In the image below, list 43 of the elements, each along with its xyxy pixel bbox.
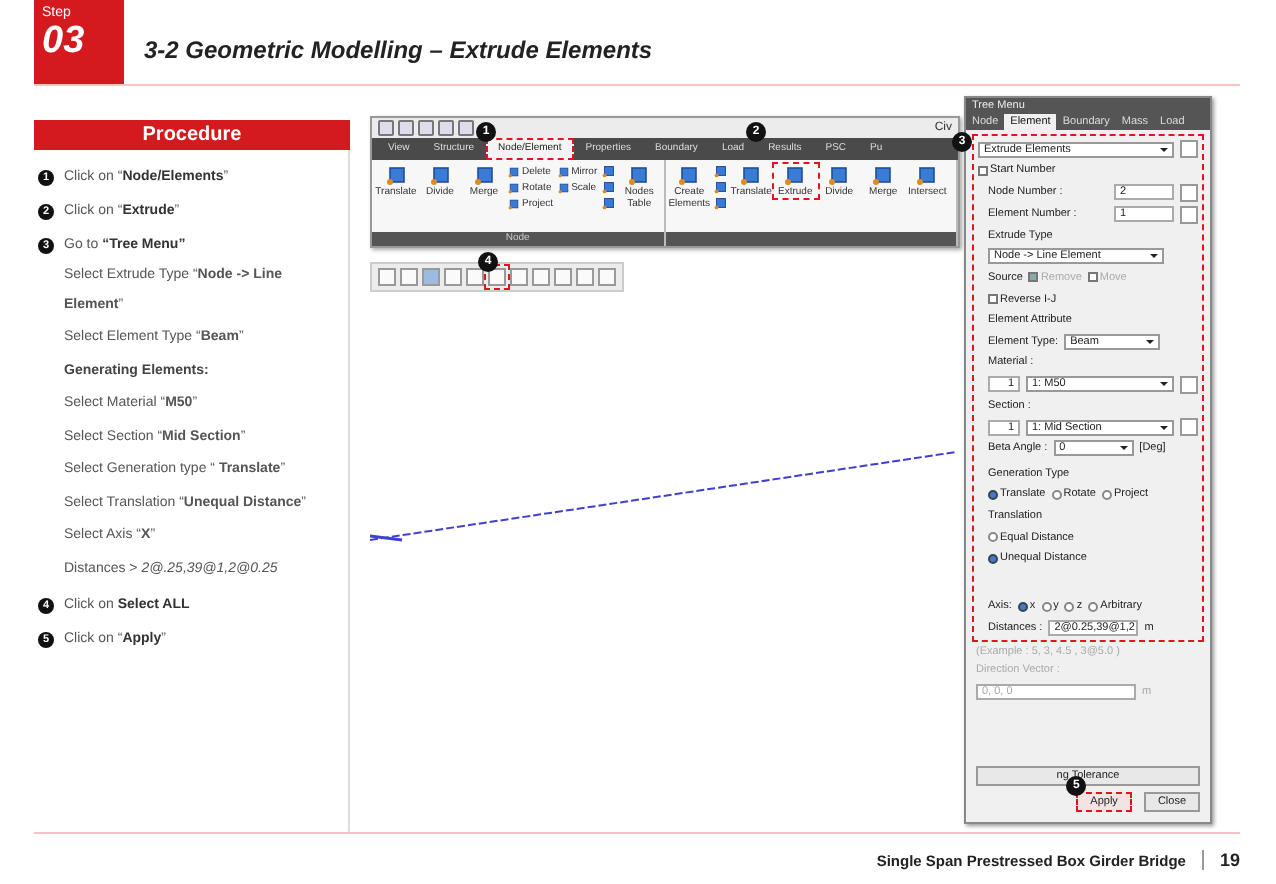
tool-icon[interactable] <box>601 180 616 194</box>
radio-button[interactable] <box>1051 489 1062 500</box>
toolbar-button[interactable] <box>488 268 506 286</box>
tool-icon <box>628 164 651 186</box>
tool-icon <box>508 197 520 209</box>
tool-icon <box>784 164 807 186</box>
ellipsis-button[interactable] <box>1180 375 1198 393</box>
tool-icon[interactable] <box>713 164 728 178</box>
checkbox[interactable] <box>978 165 988 176</box>
radio-button[interactable] <box>988 489 998 500</box>
toolbar-button[interactable] <box>466 268 484 286</box>
tool-icon <box>473 164 495 186</box>
tool-icon <box>385 164 407 186</box>
checkbox[interactable] <box>1087 272 1098 283</box>
radio-button[interactable] <box>988 532 998 543</box>
ellipsis-button[interactable] <box>1180 140 1198 158</box>
tool-icon <box>508 165 520 177</box>
radio-button[interactable] <box>1041 601 1052 612</box>
tool-icon <box>740 164 763 186</box>
tool-icon <box>678 164 701 186</box>
tool-icon <box>916 164 939 186</box>
tool-icon[interactable] <box>601 164 616 178</box>
procedure-heading: Procedure <box>34 120 350 150</box>
step-number: 03 <box>42 20 87 64</box>
tool-icon <box>872 164 895 186</box>
page-number: 19 <box>1201 850 1240 870</box>
radio-button[interactable] <box>1017 601 1028 612</box>
tool-icon <box>429 164 451 186</box>
tool-icon[interactable] <box>601 196 616 210</box>
tool-icon[interactable] <box>713 180 728 194</box>
checkbox[interactable] <box>988 294 998 305</box>
checkbox[interactable] <box>1028 272 1039 283</box>
tool-icon <box>557 165 570 177</box>
ellipsis-button[interactable] <box>1180 418 1198 437</box>
radio-button[interactable] <box>1088 601 1099 612</box>
tool-icon[interactable] <box>713 196 728 210</box>
tool-icon <box>828 164 851 186</box>
tool-icon <box>508 181 520 193</box>
radio-button[interactable] <box>1101 489 1112 500</box>
radio-button[interactable] <box>1064 601 1075 612</box>
tool-icon <box>557 181 570 193</box>
slide-title: 3-2 Geometric Modelling – Extrude Elements <box>144 36 653 64</box>
radio-button[interactable] <box>988 553 998 564</box>
